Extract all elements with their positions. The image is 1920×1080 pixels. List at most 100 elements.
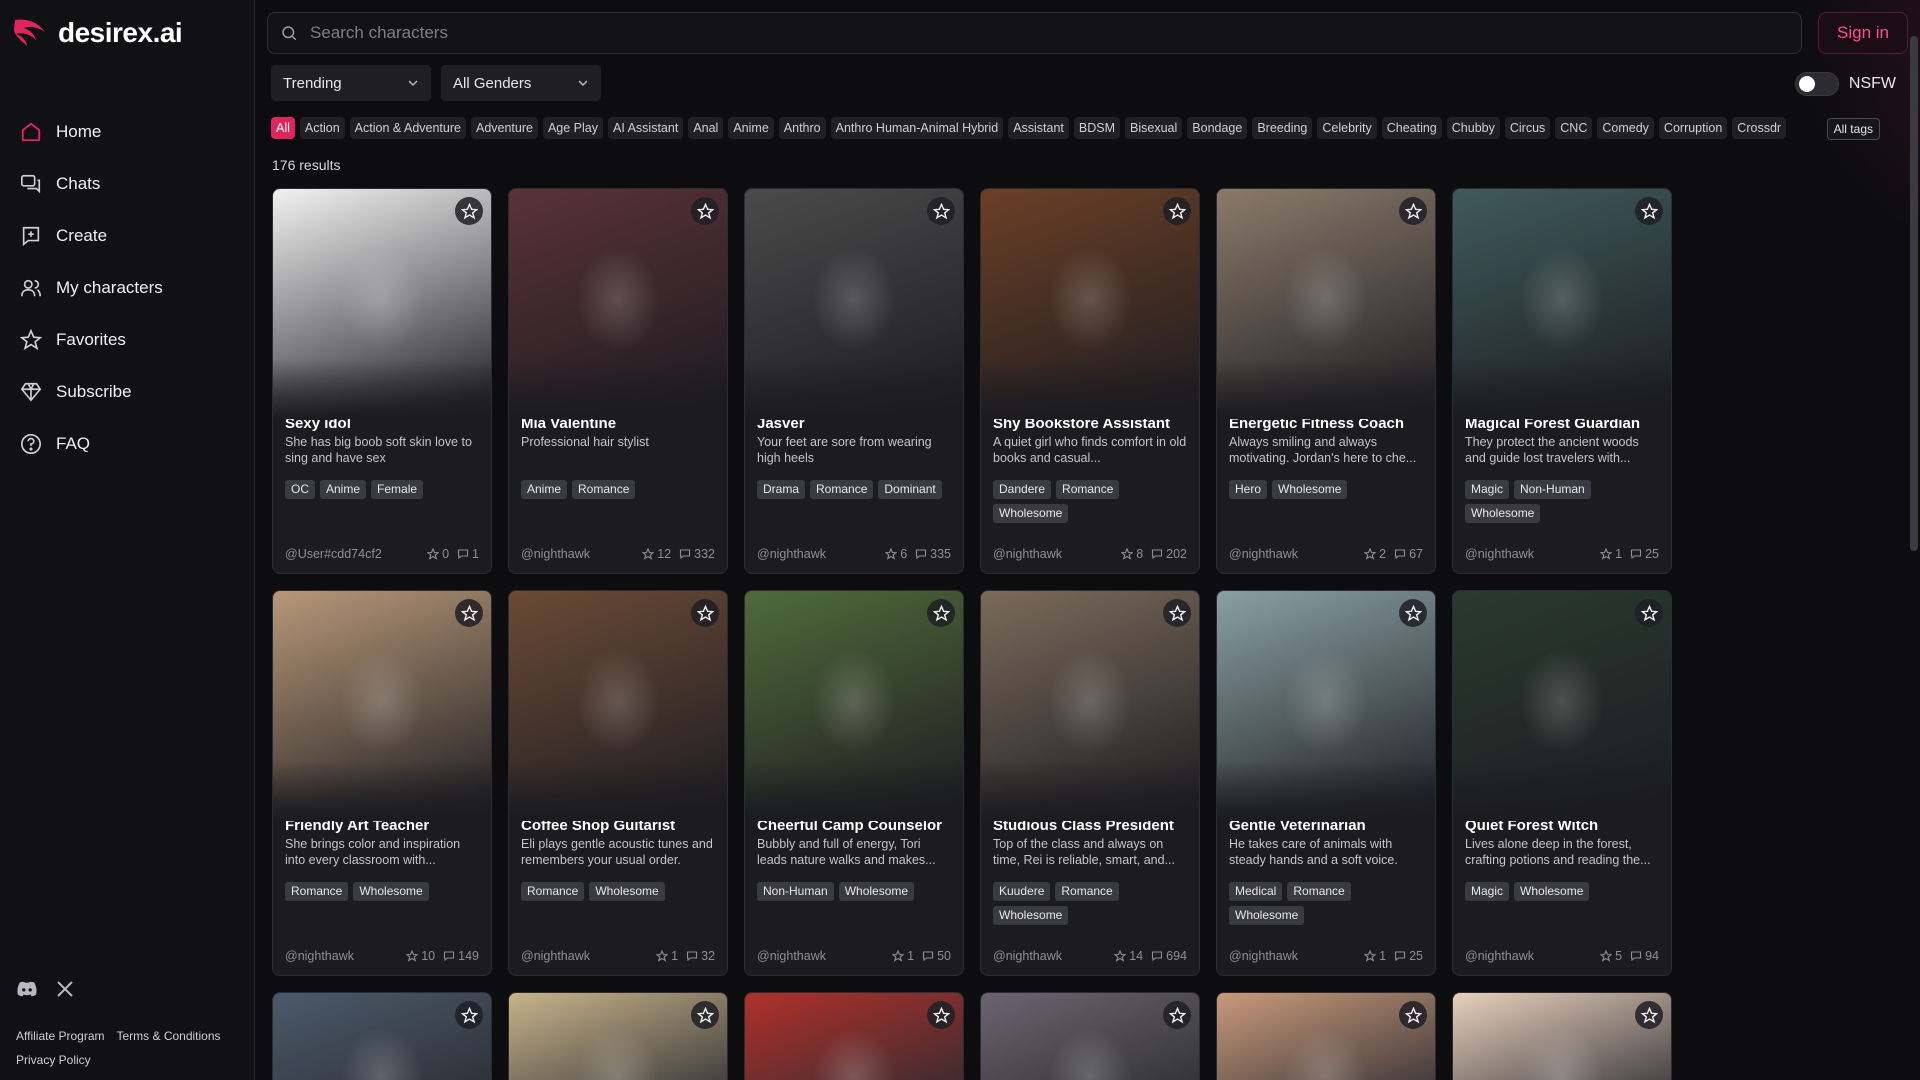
- character-image: [745, 591, 963, 821]
- character-card[interactable]: [272, 992, 492, 1080]
- favorite-button[interactable]: [455, 599, 483, 627]
- brand-logo[interactable]: desirex.ai: [0, 0, 254, 66]
- character-card[interactable]: Cheerful Camp Counselor Bubbly and full …: [744, 590, 964, 976]
- tag-filter-chip[interactable]: Chubby: [1446, 117, 1500, 139]
- tag-filter-chip[interactable]: Anthro: [778, 117, 826, 139]
- tag-filter-chip[interactable]: AI Assistant: [608, 117, 684, 139]
- character-card[interactable]: [744, 992, 964, 1080]
- favorite-button[interactable]: [691, 599, 719, 627]
- sidebar-item-favorites[interactable]: Favorites: [0, 314, 254, 366]
- author-handle[interactable]: @nighthawk: [521, 547, 634, 561]
- author-handle[interactable]: @nighthawk: [1229, 547, 1356, 561]
- nsfw-toggle[interactable]: [1794, 72, 1839, 96]
- brand-name: desirex.ai: [58, 17, 183, 48]
- author-handle[interactable]: @nighthawk: [993, 547, 1113, 561]
- star-count-icon: [1600, 548, 1613, 560]
- favorite-button[interactable]: [691, 1001, 719, 1029]
- tag-filter-chip[interactable]: All: [271, 117, 295, 139]
- favorite-button[interactable]: [1635, 197, 1663, 225]
- tag-filter-chip[interactable]: Anal: [688, 117, 724, 139]
- scrollbar-thumb[interactable]: [1910, 36, 1918, 551]
- tag-filter-chip[interactable]: Adventure: [470, 117, 538, 139]
- author-handle[interactable]: @nighthawk: [1229, 949, 1356, 963]
- all-tags-button[interactable]: All tags: [1826, 118, 1880, 140]
- character-image: [273, 189, 491, 419]
- character-card[interactable]: [1216, 992, 1436, 1080]
- favorite-button[interactable]: [1399, 1001, 1427, 1029]
- tag-filter-chip[interactable]: Age Play: [542, 117, 603, 139]
- tag-filter-chip[interactable]: Anthro Human-Animal Hybrid: [830, 117, 1004, 139]
- author-handle[interactable]: @nighthawk: [1465, 547, 1592, 561]
- favorite-button[interactable]: [691, 197, 719, 225]
- sign-in-button[interactable]: Sign in: [1818, 12, 1908, 54]
- sidebar-item-subscribe[interactable]: Subscribe: [0, 366, 254, 418]
- privacy-link[interactable]: Privacy Policy: [16, 1053, 91, 1067]
- x-icon[interactable]: [56, 980, 74, 998]
- favorite-button[interactable]: [1163, 197, 1191, 225]
- tag-filter-chip[interactable]: Bisexual: [1125, 117, 1183, 139]
- tag-filter-chip[interactable]: Celebrity: [1317, 117, 1377, 139]
- character-grid: Sexy idol She has big boob soft skin lov…: [272, 188, 1672, 1080]
- nsfw-label: NSFW: [1848, 75, 1896, 92]
- favorite-button[interactable]: [1163, 1001, 1191, 1029]
- discord-icon[interactable]: [16, 980, 38, 998]
- tag-filter-chip[interactable]: Cheating: [1381, 117, 1442, 139]
- character-card[interactable]: Friendly Art Teacher She brings color an…: [272, 590, 492, 976]
- character-card[interactable]: Mia Valentine Professional hair stylist …: [508, 188, 728, 574]
- sidebar-item-home[interactable]: Home: [0, 106, 254, 158]
- affiliate-link[interactable]: Affiliate Program: [16, 1029, 104, 1043]
- favorite-button[interactable]: [1163, 599, 1191, 627]
- character-card[interactable]: Gentle Veterinarian He takes care of ani…: [1216, 590, 1436, 976]
- character-card[interactable]: [980, 992, 1200, 1080]
- favorite-button[interactable]: [927, 197, 955, 225]
- tag-filter-chip[interactable]: Anime: [728, 117, 774, 139]
- tag-filter-chip[interactable]: Comedy: [1597, 117, 1654, 139]
- tag-filter-chip[interactable]: Breeding: [1252, 117, 1313, 139]
- author-handle[interactable]: @nighthawk: [993, 949, 1106, 963]
- favorite-button[interactable]: [1399, 599, 1427, 627]
- character-card[interactable]: Shy Bookstore Assistant A quiet girl who…: [980, 188, 1200, 574]
- character-card[interactable]: Jasver Your feet are sore from wearing h…: [744, 188, 964, 574]
- favorite-button[interactable]: [455, 197, 483, 225]
- tag-filter-chip[interactable]: BDSM: [1073, 117, 1121, 139]
- sidebar-item-chats[interactable]: Chats: [0, 158, 254, 210]
- tag-filter-chip[interactable]: Circus: [1504, 117, 1551, 139]
- author-handle[interactable]: @nighthawk: [757, 547, 877, 561]
- character-image: [509, 993, 727, 1080]
- gender-select[interactable]: All Genders: [441, 65, 601, 101]
- sort-select[interactable]: Trending: [271, 65, 431, 101]
- tag-filter-chip[interactable]: Action & Adventure: [349, 117, 466, 139]
- author-handle[interactable]: @nighthawk: [521, 949, 648, 963]
- character-card[interactable]: [1452, 992, 1672, 1080]
- character-card[interactable]: Quiet Forest Witch Lives alone deep in t…: [1452, 590, 1672, 976]
- tag-filter-chip[interactable]: Bondage: [1187, 117, 1248, 139]
- author-handle[interactable]: @nighthawk: [285, 949, 398, 963]
- author-handle[interactable]: @nighthawk: [1465, 949, 1592, 963]
- character-card[interactable]: Magical Forest Guardian They protect the…: [1452, 188, 1672, 574]
- tag-filter-chip[interactable]: Crossdr: [1732, 117, 1787, 139]
- author-handle[interactable]: @nighthawk: [757, 949, 884, 963]
- character-card[interactable]: Sexy idol She has big boob soft skin lov…: [272, 188, 492, 574]
- character-card[interactable]: Studious Class President Top of the clas…: [980, 590, 1200, 976]
- tag-filter-chip[interactable]: CNC: [1555, 117, 1593, 139]
- author-handle[interactable]: @User#cdd74cf2: [285, 547, 419, 561]
- character-card[interactable]: Coffee Shop Guitarist Eli plays gentle a…: [508, 590, 728, 976]
- favorite-button[interactable]: [1399, 197, 1427, 225]
- favorite-button[interactable]: [455, 1001, 483, 1029]
- tag-filter-chip[interactable]: Corruption: [1658, 117, 1728, 139]
- character-card[interactable]: [508, 992, 728, 1080]
- chat-count-value: 335: [930, 547, 951, 561]
- search-input[interactable]: [310, 23, 1789, 43]
- character-card[interactable]: Energetic Fitness Coach Always smiling a…: [1216, 188, 1436, 574]
- tag-filter-chip[interactable]: Action: [299, 117, 345, 139]
- sidebar-item-create[interactable]: Create: [0, 210, 254, 262]
- sidebar-item-faq[interactable]: FAQ: [0, 418, 254, 470]
- star-count: 10: [406, 949, 435, 963]
- sidebar-item-my-characters[interactable]: My characters: [0, 262, 254, 314]
- terms-link[interactable]: Terms & Conditions: [116, 1029, 220, 1043]
- tag-filter-chip[interactable]: Assistant: [1008, 117, 1069, 139]
- favorite-button[interactable]: [927, 1001, 955, 1029]
- favorite-button[interactable]: [1635, 1001, 1663, 1029]
- favorite-button[interactable]: [1635, 599, 1663, 627]
- favorite-button[interactable]: [927, 599, 955, 627]
